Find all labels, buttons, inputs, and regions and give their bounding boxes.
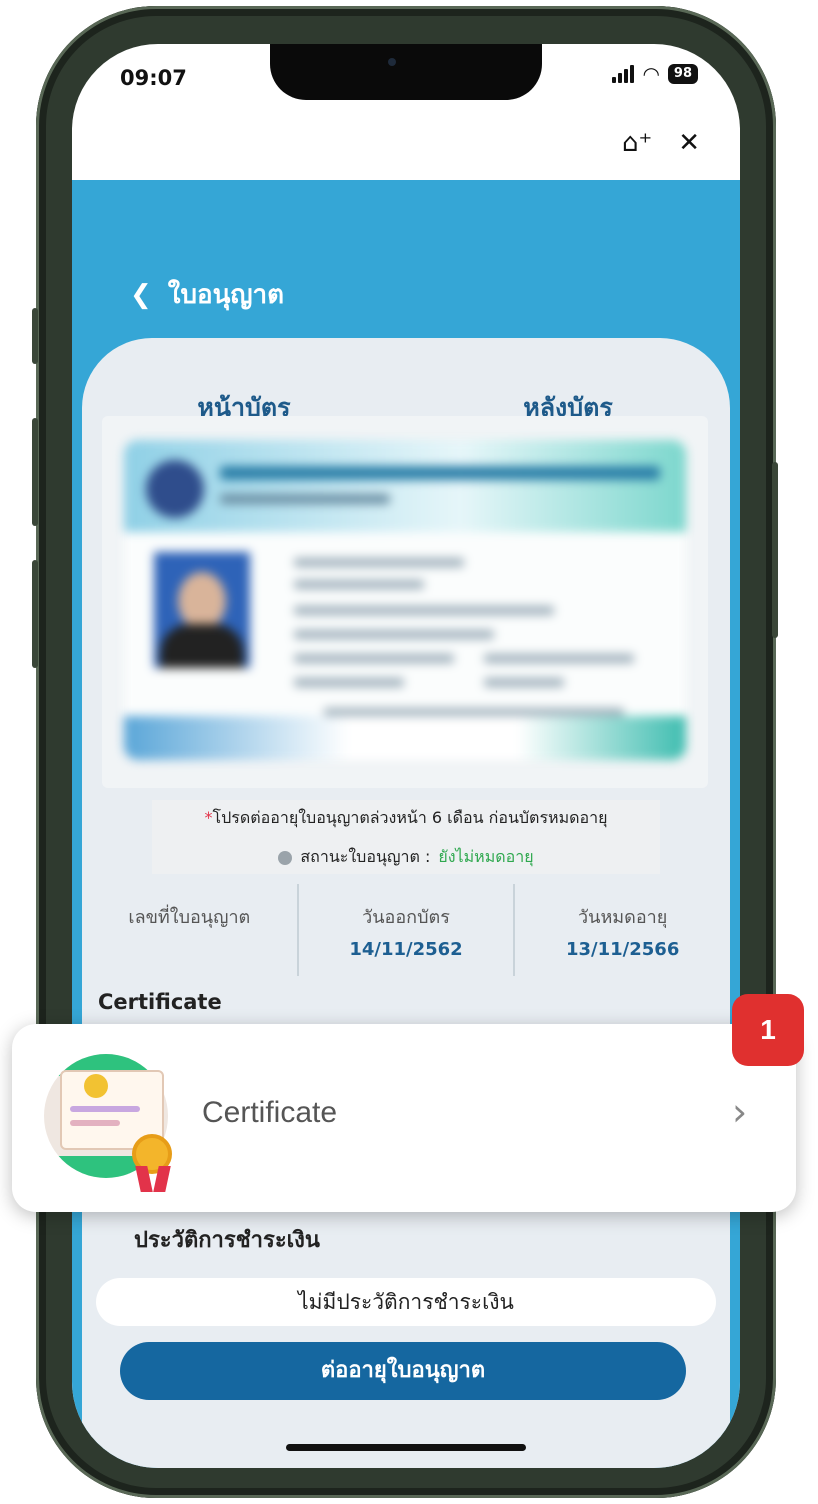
webview-toolbar: ⌂⁺ ✕ bbox=[622, 130, 700, 156]
back-chevron-icon[interactable]: ❮ bbox=[130, 280, 152, 310]
certificate-item[interactable]: Certificate › bbox=[12, 1024, 796, 1212]
volume-up-button bbox=[32, 418, 38, 526]
status-label: สถานะใบอนุญาต : bbox=[300, 847, 431, 866]
license-info-row: เลขที่ใบอนุญาต วันออกบัตร 14/11/2562 วัน… bbox=[82, 884, 730, 976]
signal-icon bbox=[612, 65, 635, 83]
page-title: ใบอนุญาต bbox=[167, 280, 285, 310]
status-time: 09:07 bbox=[120, 66, 187, 90]
power-button bbox=[772, 462, 778, 638]
expire-date-value: 13/11/2566 bbox=[566, 939, 680, 960]
license-number-label: เลขที่ใบอนุญาต bbox=[128, 907, 251, 928]
certificate-section-title: Certificate bbox=[98, 990, 222, 1014]
renewal-notice: *โปรดต่ออายุใบอนุญาตล่วงหน้า 6 เดือน ก่อ… bbox=[152, 800, 660, 874]
license-card-image bbox=[124, 440, 686, 760]
expire-date-col: วันหมดอายุ 13/11/2566 bbox=[513, 884, 730, 976]
renew-hint: โปรดต่ออายุใบอนุญาตล่วงหน้า 6 เดือน ก่อน… bbox=[212, 808, 608, 827]
battery-icon: 98 bbox=[667, 64, 698, 84]
payment-history-title: ประวัติการชำระเงิน bbox=[134, 1228, 320, 1253]
status-dot-icon bbox=[278, 850, 293, 865]
certificate-item-label: Certificate bbox=[202, 1096, 338, 1129]
page-header[interactable]: ❮ ใบอนุญาต bbox=[130, 274, 284, 315]
step-badge: 1 bbox=[732, 994, 804, 1066]
app-screen: 09:07 ◠ 98 ⌂⁺ ✕ ❮ ใบอนุญาต หน้าบัตร หลัง… bbox=[72, 44, 740, 1468]
mute-switch bbox=[32, 308, 38, 364]
status-value: ยังไม่หมดอายุ bbox=[438, 847, 534, 866]
wifi-icon: ◠ bbox=[642, 62, 660, 86]
certificate-icon bbox=[44, 1034, 178, 1202]
issue-date-label: วันออกบัตร bbox=[362, 907, 450, 928]
camera bbox=[388, 58, 396, 66]
volume-down-button bbox=[32, 560, 38, 668]
status-icons: ◠ 98 bbox=[612, 64, 698, 84]
payment-history-empty: ไม่มีประวัติการชำระเงิน bbox=[96, 1278, 716, 1326]
home-indicator[interactable] bbox=[286, 1444, 526, 1451]
license-number-col: เลขที่ใบอนุญาต bbox=[82, 884, 297, 976]
issue-date-value: 14/11/2562 bbox=[349, 939, 463, 960]
chevron-right-icon: › bbox=[732, 1090, 748, 1134]
add-to-home-icon[interactable]: ⌂⁺ bbox=[622, 130, 652, 156]
license-card-frame bbox=[102, 416, 708, 788]
expire-date-label: วันหมดอายุ bbox=[578, 907, 668, 928]
issue-date-col: วันออกบัตร 14/11/2562 bbox=[296, 884, 514, 976]
renew-license-button[interactable]: ต่ออายุใบอนุญาต bbox=[120, 1342, 686, 1400]
notch bbox=[270, 44, 542, 100]
content-sheet: หน้าบัตร หลังบัตร *โปรดต่ออายุใบอนุญาตล่… bbox=[82, 338, 730, 1468]
required-star: * bbox=[204, 808, 213, 827]
close-icon[interactable]: ✕ bbox=[678, 130, 700, 156]
